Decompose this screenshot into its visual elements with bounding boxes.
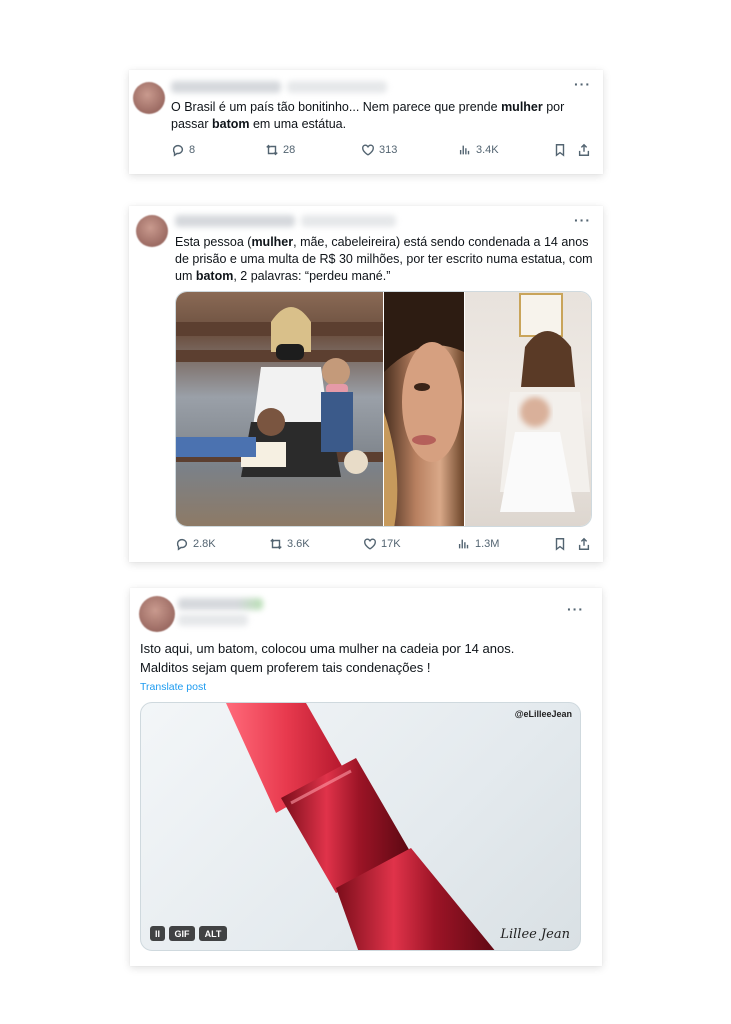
repost-button[interactable]: 28 [265, 143, 295, 157]
reply-count: 8 [189, 144, 196, 156]
more-icon[interactable]: ··· [574, 76, 591, 92]
share-button[interactable] [577, 143, 591, 157]
avatar[interactable] [139, 596, 175, 632]
brand-signature: Lillee Jean [500, 927, 570, 942]
alt-badge[interactable]: ALT [199, 926, 227, 941]
author-handle-blurred [178, 614, 248, 626]
action-bar: 2.8K 3.6K 17K 1.3M [175, 537, 591, 555]
pause-button[interactable]: II [150, 926, 165, 941]
views-button[interactable]: 1.3M [457, 537, 499, 551]
share-icon [578, 537, 590, 550]
photo-collage[interactable] [175, 291, 592, 527]
like-button[interactable]: 17K [363, 537, 401, 551]
bookmark-button[interactable] [553, 537, 567, 551]
tweet-card[interactable]: ··· Isto aqui, um batom, colocou uma mul… [130, 588, 602, 966]
repost-count: 3.6K [287, 538, 310, 550]
action-bar: 8 28 313 3.4K [171, 143, 591, 161]
tweet-text: O Brasil é um país tão bonitinho... Nem … [171, 100, 565, 131]
translate-post-link[interactable]: Translate post [140, 681, 206, 693]
reply-count: 2.8K [193, 538, 216, 550]
avatar[interactable] [133, 82, 165, 114]
views-count: 1.3M [475, 538, 500, 550]
repost-button[interactable]: 3.6K [269, 537, 310, 551]
reply-icon [176, 538, 188, 551]
avatar[interactable] [136, 215, 168, 247]
reply-icon [172, 144, 184, 157]
like-button[interactable]: 313 [361, 143, 397, 157]
views-icon [458, 539, 469, 549]
bookmark-button[interactable] [553, 143, 567, 157]
repost-icon [270, 538, 282, 550]
author-handle-blurred [287, 81, 387, 93]
bookmark-icon [555, 538, 565, 551]
more-icon[interactable]: ··· [574, 212, 591, 228]
tweet-card[interactable]: ··· Esta pessoa (mulher, mãe, cabeleirei… [129, 206, 603, 562]
like-count: 17K [381, 538, 401, 550]
tweet-text: Esta pessoa (mulher, mãe, cabeleireira) … [175, 235, 593, 283]
lipstick-illustration [226, 703, 495, 950]
more-icon[interactable]: ··· [567, 601, 584, 617]
family-illustration [176, 307, 383, 477]
share-icon [578, 143, 590, 156]
like-count: 313 [379, 144, 398, 156]
tweet-card[interactable]: ··· O Brasil é um país tão bonitinho... … [129, 70, 603, 174]
photo-mother-child[interactable] [465, 292, 591, 526]
like-icon [364, 538, 376, 550]
reply-button[interactable]: 8 [171, 143, 195, 157]
like-icon [362, 144, 374, 156]
photo-family-church[interactable] [176, 292, 383, 526]
author-name-blurred[interactable] [171, 81, 281, 93]
author-name-blurred[interactable] [175, 215, 295, 227]
photo-woman-closeup[interactable] [384, 292, 464, 526]
views-button[interactable]: 3.4K [458, 143, 499, 157]
views-count: 3.4K [476, 144, 499, 156]
tweet-text-line-2: Malditos sejam quem proferem tais conden… [140, 660, 431, 675]
face-illustration [384, 292, 464, 526]
author-handle-blurred [301, 215, 396, 227]
repost-count: 28 [283, 144, 296, 156]
lipstick-gif[interactable]: @eLilleeJean II GIF ALT Lillee Jean [140, 702, 581, 951]
tweet-text-line-1: Isto aqui, um batom, colocou uma mulher … [140, 641, 515, 656]
share-button[interactable] [577, 537, 591, 551]
author-name-blurred[interactable] [178, 598, 263, 610]
bookmark-icon [555, 144, 565, 157]
views-icon [459, 145, 470, 155]
gif-badge: GIF [169, 926, 195, 941]
mother-child-illustration [500, 293, 590, 512]
reply-button[interactable]: 2.8K [175, 537, 216, 551]
instagram-watermark: @eLilleeJean [514, 709, 572, 719]
repost-icon [266, 144, 278, 156]
